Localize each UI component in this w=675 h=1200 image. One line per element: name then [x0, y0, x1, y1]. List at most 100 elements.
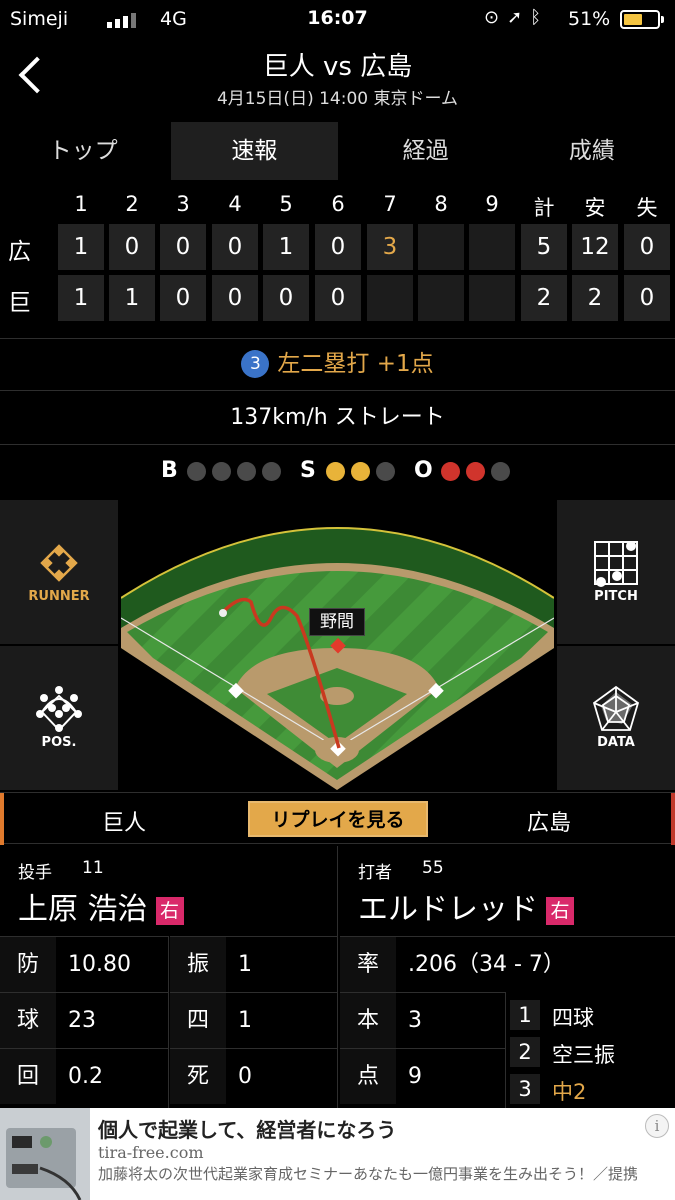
status-icons: ⊙➚ᛒ	[484, 7, 549, 28]
at-bat-result: 四球	[552, 1006, 594, 1030]
pitch-button[interactable]: PITCH	[557, 500, 675, 644]
tab-bar: トップ 速報 経過 成績	[0, 122, 675, 180]
inning-score: 1	[263, 224, 309, 270]
pitcher-name: 上原 浩治	[18, 892, 148, 927]
replay-button[interactable]: リプレイを見る	[248, 801, 428, 837]
stat-pitches: 球 23	[0, 992, 168, 1048]
at-bat-number: 3	[510, 1074, 540, 1104]
out-label: O	[414, 458, 433, 483]
position-icon	[36, 686, 82, 732]
play-number-badge: 3	[241, 350, 270, 378]
inning-score	[469, 224, 515, 270]
status-bar: Simeji 4G 16:07 ⊙➚ᛒ 51%	[0, 0, 675, 38]
data-label: DATA	[597, 735, 635, 750]
tab-stats[interactable]: 成績	[509, 122, 675, 180]
stat-key: 率	[340, 937, 396, 992]
ball-dot	[187, 462, 206, 481]
ad-thumbnail	[0, 1108, 90, 1200]
baseball-field	[120, 498, 555, 790]
at-bat-result-current: 中2	[552, 1080, 587, 1104]
stat-innings: 回 0.2	[0, 1048, 168, 1104]
stat-key: 球	[0, 993, 56, 1048]
ad-info-icon[interactable]: i	[645, 1114, 669, 1138]
inning-header: 7	[383, 192, 397, 216]
play-result: 3 左二塁打 +1点	[0, 338, 675, 390]
team-abbr: 巨	[8, 290, 31, 316]
home-team-color	[0, 793, 4, 845]
out-dot	[491, 462, 510, 481]
strike-dot	[376, 462, 395, 481]
inning-score: 0	[315, 224, 361, 270]
stat-key: 点	[340, 1049, 396, 1104]
stat-avg: 率 .206（34 - 7）	[340, 936, 675, 992]
out-dot	[441, 462, 460, 481]
data-button[interactable]: DATA	[557, 646, 675, 790]
inning-score: 0	[212, 275, 258, 321]
inning-score-current: 3	[367, 224, 413, 270]
stat-strikeouts: 振 1	[170, 936, 337, 992]
position-label: POS.	[41, 735, 77, 750]
stat-value: 1	[238, 952, 252, 977]
total-header: 計	[533, 196, 555, 220]
pitcher-number: 11	[82, 858, 104, 878]
inning-header: 6	[331, 192, 345, 216]
stat-key: 死	[170, 1049, 226, 1104]
errors-header: 失	[636, 196, 658, 220]
page-title: 巨人 vs 広島	[262, 52, 413, 82]
total-errors: 0	[624, 275, 670, 321]
throwing-hand-badge: 右	[155, 897, 184, 925]
stat-key: 四	[170, 993, 226, 1048]
inning-header: 1	[74, 192, 88, 216]
stat-rbi: 点 9	[340, 1048, 505, 1104]
inning-score: 0	[160, 275, 206, 321]
batter-info[interactable]: 打者 55 エルドレッド右	[340, 846, 675, 934]
stat-key: 振	[170, 937, 226, 992]
out-dot	[466, 462, 485, 481]
tab-live[interactable]: 速報	[171, 122, 338, 180]
inning-header: 4	[228, 192, 242, 216]
at-bat-number: 1	[510, 1000, 540, 1030]
ad-body: 加藤将太の次世代起業家育成セミナーあなたも一億円事業を生み出そう！／提携	[98, 1165, 639, 1183]
ad-banner[interactable]: 個人で起業して、経営者になろう tira-free.com 加藤将太の次世代起業…	[0, 1108, 675, 1200]
total-errors: 0	[624, 224, 670, 270]
fielder-label: 野間	[309, 608, 365, 636]
inning-score: 0	[263, 275, 309, 321]
inning-score: 0	[160, 224, 206, 270]
inning-header: 8	[434, 192, 448, 216]
stat-hit-by-pitch: 死 0	[170, 1048, 337, 1104]
ad-headline: 個人で起業して、経営者になろう	[98, 1118, 397, 1142]
at-bat-number: 2	[510, 1037, 540, 1067]
stat-value: 0.2	[68, 1064, 103, 1089]
stat-value: 3	[408, 1008, 422, 1033]
at-bat-result: 空三振	[552, 1043, 615, 1067]
stat-value: .206（34 - 7）	[408, 952, 565, 977]
stat-era: 防 10.80	[0, 936, 168, 992]
total-hits: 12	[572, 224, 618, 270]
tab-progress[interactable]: 経過	[343, 122, 509, 180]
ball-landing-point	[219, 609, 227, 617]
position-button[interactable]: POS.	[0, 646, 118, 790]
inning-score: 0	[109, 224, 155, 270]
inning-header: 5	[279, 192, 293, 216]
inning-score	[469, 275, 515, 321]
tab-top[interactable]: トップ	[0, 122, 166, 180]
location-icon: ➚	[507, 7, 531, 28]
stat-value: 1	[238, 1008, 252, 1033]
stat-value: 10.80	[68, 952, 131, 977]
batting-hand-badge: 右	[546, 897, 574, 925]
pitch-grid-icon	[594, 541, 638, 587]
battery-icon	[620, 10, 664, 29]
ball-dot	[262, 462, 281, 481]
runner-diamond-icon	[40, 544, 78, 582]
inning-score: 0	[315, 275, 361, 321]
inning-score: 0	[212, 224, 258, 270]
teams-bar: 巨人 リプレイを見る 広島	[0, 792, 675, 845]
pitcher-info[interactable]: 投手 11 上原 浩治右	[0, 846, 337, 934]
total-runs: 2	[521, 275, 567, 321]
runner-button[interactable]: RUNNER	[0, 500, 118, 644]
away-team-name: 広島	[527, 811, 572, 836]
ball-dot	[237, 462, 256, 481]
inning-header: 9	[485, 192, 499, 216]
inning-header: 2	[125, 192, 139, 216]
inning-header: 3	[176, 192, 190, 216]
